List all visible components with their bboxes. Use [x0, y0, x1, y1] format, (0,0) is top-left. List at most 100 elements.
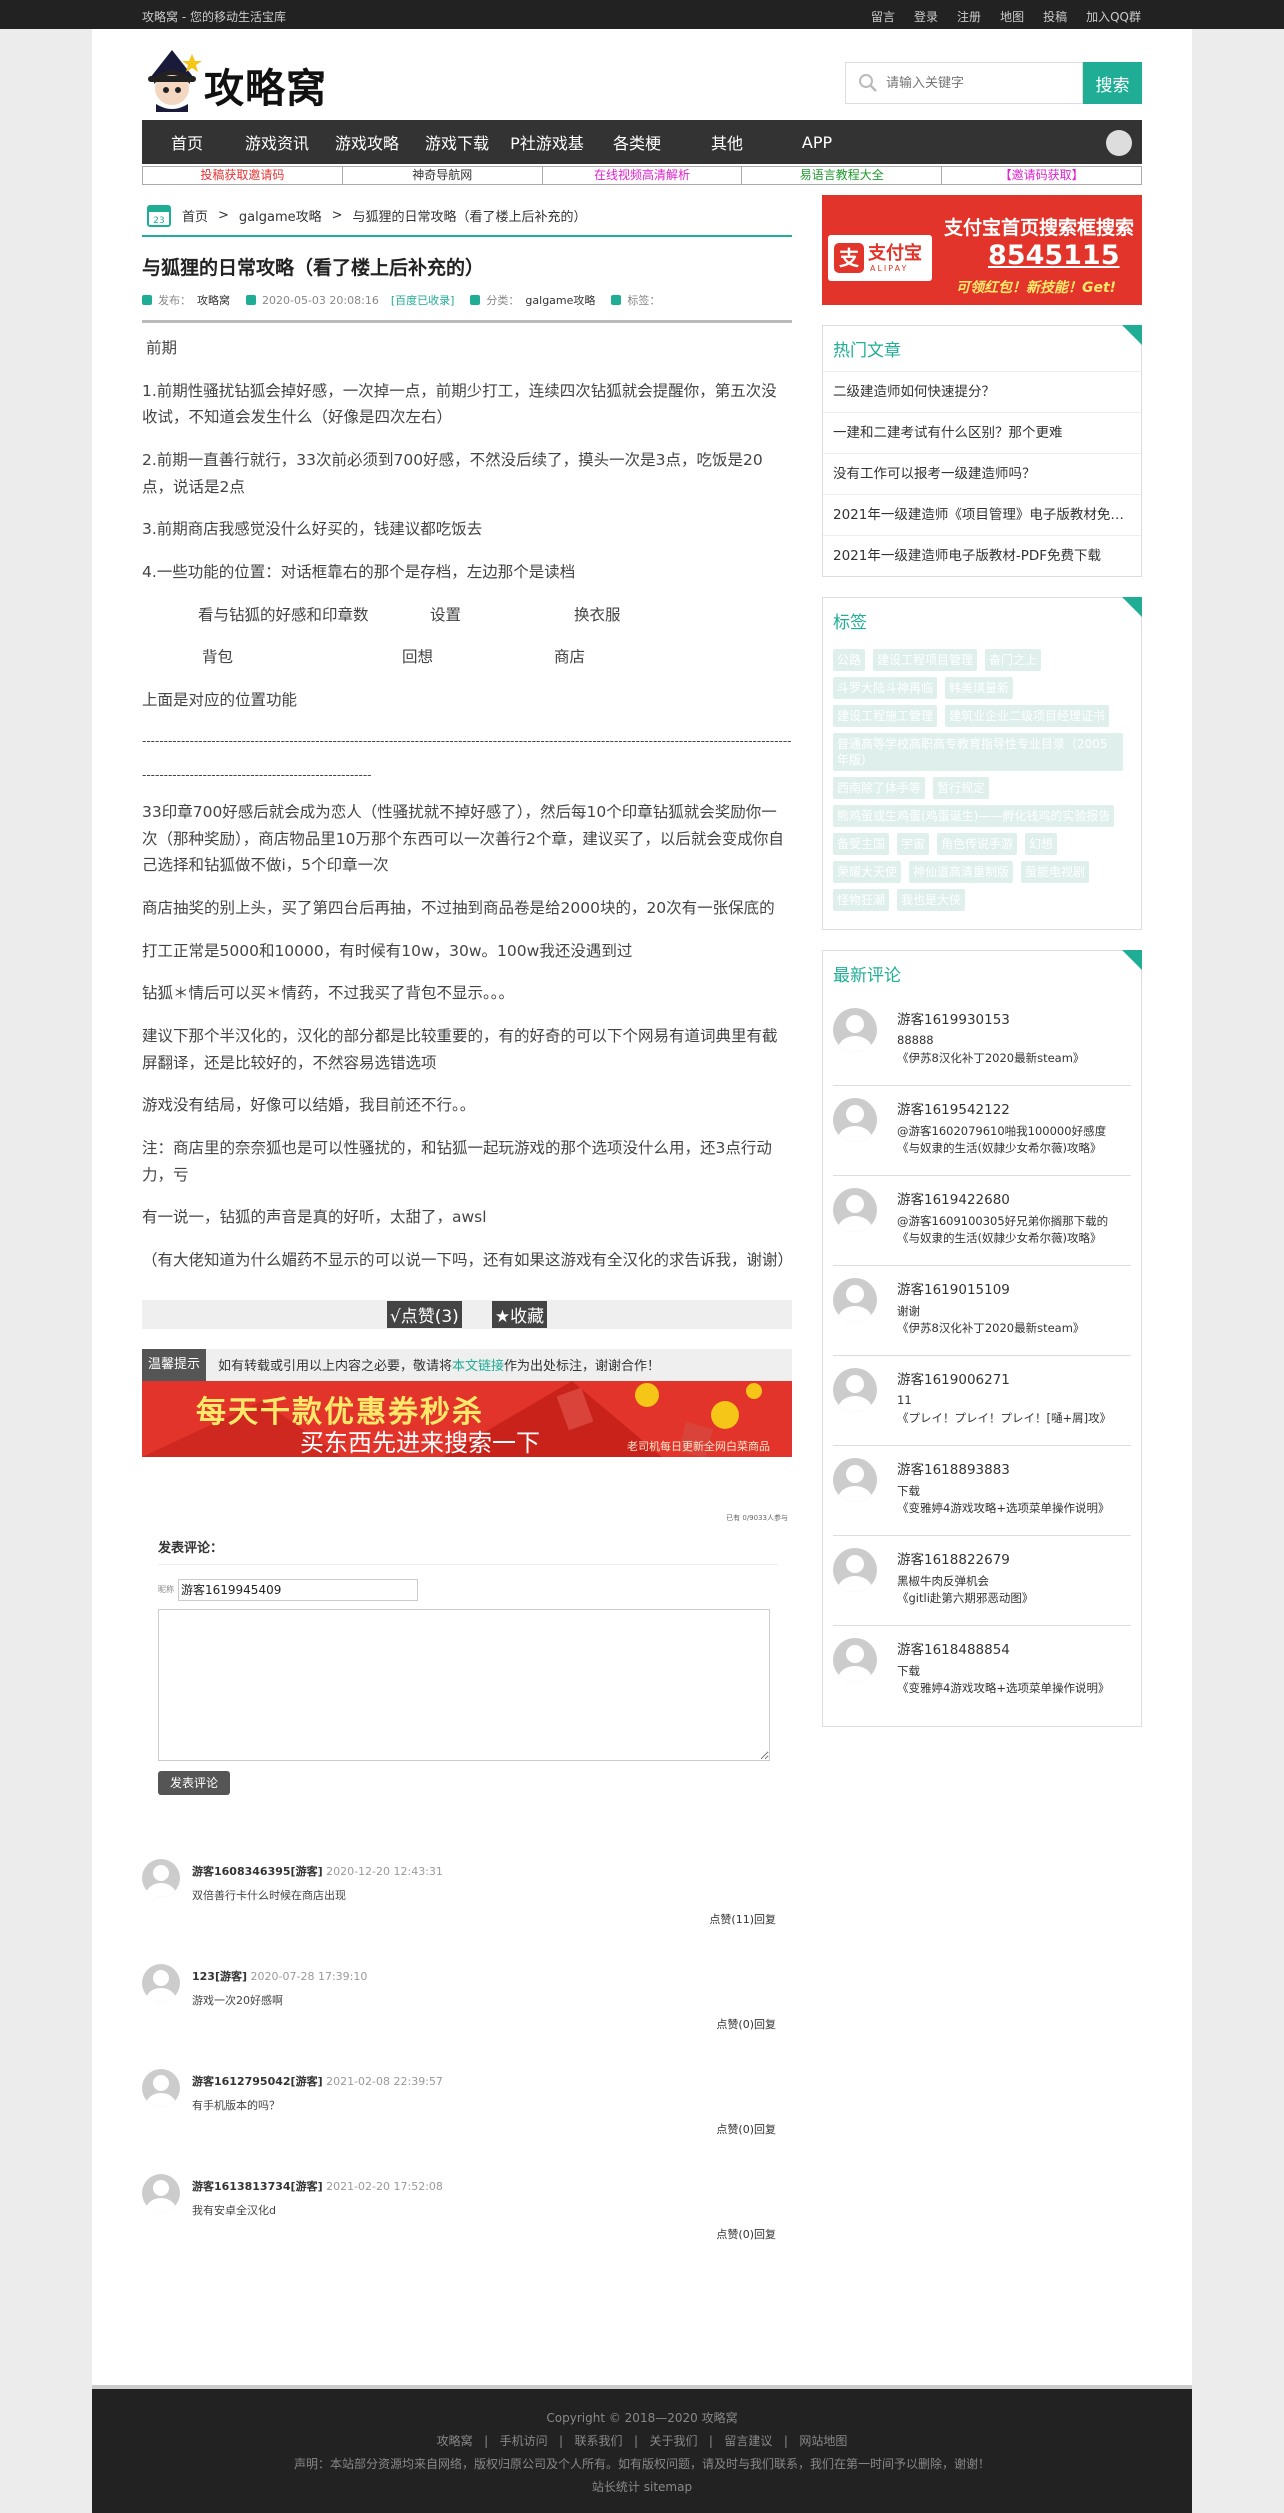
coupon-banner[interactable]: 每天千款优惠券秒杀 买东西先进来搜索一下 老司机每日更新全网白菜商品 — [142, 1380, 792, 1457]
tag-item[interactable]: 奋门之上 — [985, 649, 1042, 671]
recent-comment-post[interactable]: 《gitli赴第六期邪恶动图》 — [897, 1590, 1127, 1606]
recent-comment-post[interactable]: 《变雅婷4游戏攻略+选项菜单操作说明》 — [897, 1680, 1127, 1696]
function-grid-cell: 换衣服 — [574, 605, 621, 624]
corner-triangle-icon — [1122, 597, 1142, 617]
tag-item[interactable]: 怪物狂潮 — [833, 889, 890, 911]
tag-item[interactable]: 我也是大侠 — [897, 889, 966, 911]
top-link-register[interactable]: 注册 — [957, 8, 981, 25]
tag-item[interactable]: 西南除了体手等 — [833, 777, 926, 799]
promo-link-invite-code[interactable]: 投稿获取邀请码 — [143, 167, 343, 184]
comment-textarea[interactable] — [158, 1608, 770, 1761]
comment-item: 游客1608346395[游客] 2020-12-20 12:43:31 双倍善… — [142, 1858, 792, 1964]
breadcrumb-home[interactable]: 首页 — [182, 206, 208, 225]
hot-article-item[interactable]: 没有工作可以报考一级建造师吗？ — [823, 453, 1141, 494]
nav-app[interactable]: APP — [772, 133, 862, 152]
like-button[interactable]: √点赞(3) — [386, 1300, 462, 1328]
banner-subline: 买东西先进来搜索一下 — [300, 1428, 540, 1457]
hot-article-item[interactable]: 二级建造师如何快速提分？ — [823, 371, 1141, 412]
meta-author[interactable]: 攻略窝 — [197, 292, 230, 308]
recent-comment-post[interactable]: 《变雅婷4游戏攻略+选项菜单操作说明》 — [897, 1500, 1127, 1516]
article-paragraph: 有一说一，钻狐的声音是真的好听，太甜了，awsl — [142, 1208, 487, 1227]
tag-item[interactable]: 韩美琪量新 — [945, 677, 1014, 699]
meta-category[interactable]: galgame攻略 — [525, 292, 595, 308]
comment-text: 我有安卓全汉化d — [192, 2203, 276, 2217]
hot-article-item[interactable]: 一建和二建考试有什么区别？那个更难 — [823, 412, 1141, 453]
recent-comment-content: @游客1602079610啪我100000好感度 — [897, 1124, 1107, 1138]
comment-like-reply[interactable]: 点赞(0)回复 — [716, 2121, 776, 2137]
recent-comment-list: 游客1619930153 88888 《伊苏8汉化补丁2020最新steam》 … — [823, 996, 1141, 1726]
favorite-button[interactable]: ★收藏 — [491, 1300, 548, 1328]
top-link-qq-group[interactable]: 加入QQ群 — [1086, 8, 1141, 25]
recent-comment-item[interactable]: 游客1619930153 88888 《伊苏8汉化补丁2020最新steam》 — [833, 996, 1131, 1086]
tag-item[interactable]: 荣耀大天使 — [833, 861, 902, 883]
nickname-input[interactable] — [178, 1578, 418, 1601]
recent-comment-post[interactable]: 《与奴隶的生活(奴隷少女希尔薇)攻略》 — [897, 1140, 1127, 1156]
nav-game-guides[interactable]: 游戏攻略 — [322, 130, 412, 154]
tag-item[interactable]: 斗罗大陆斗神再临 — [833, 677, 938, 699]
tag-item[interactable]: 普通高等学校高职高专教育指导性专业目录（2005年版） — [833, 733, 1123, 771]
nav-memes[interactable]: 各类梗 — [592, 130, 682, 154]
tag-item[interactable]: 神仙道高清重制版 — [909, 861, 1014, 883]
recent-comment-post[interactable]: 《プレイ！プレイ！プレイ！[嗵+屑]攻》 — [897, 1410, 1127, 1426]
nav-other[interactable]: 其他 — [682, 130, 772, 154]
tag-item[interactable]: 角色传说手游 — [937, 833, 1018, 855]
top-link-login[interactable]: 登录 — [914, 8, 938, 25]
article-paragraph: 打工正常是5000和10000，有时候有10w，30w。100w我还没遇到过 — [142, 941, 633, 960]
tag-item[interactable]: 建设工程项目管理 — [873, 649, 978, 671]
tag-item[interactable]: 萤能电视剧 — [1021, 861, 1090, 883]
hot-article-item[interactable]: 2021年一级建造师电子版教材-PDF免费下载 — [823, 535, 1141, 576]
recent-comment-item[interactable]: 游客1618893883 下载 《变雅婷4游戏攻略+选项菜单操作说明》 — [833, 1446, 1131, 1536]
footer-links[interactable]: 攻略窝 | 手机访问 | 联系我们 | 关于我们 | 留言建议 | 网站地图 — [92, 2432, 1192, 2449]
comment-like-reply[interactable]: 点赞(0)回复 — [716, 2016, 776, 2032]
tag-item[interactable]: 备受主国 — [833, 833, 890, 855]
hot-article-item[interactable]: 2021年一级建造师《项目管理》电子版教材免费下载 — [823, 494, 1141, 535]
comment-text: 双倍善行卡什么时候在商店出现 — [192, 1888, 346, 1902]
tag-item[interactable]: 公路 — [833, 649, 866, 671]
nickname-label: 昵称 — [158, 1585, 174, 1595]
recent-comment-item[interactable]: 游客1619422680 @游客1609100305好兄弟你搁那下载的 《与奴隶… — [833, 1176, 1131, 1266]
top-link-submit[interactable]: 投稿 — [1043, 8, 1067, 25]
promo-link-video-parse[interactable]: 在线视频高清解析 — [543, 167, 743, 184]
tag-item[interactable]: 熊鸡萤或生鸡蛋(鸡蛋诞生)——孵化钱鸡的实验报告 — [833, 805, 1115, 827]
top-link-message[interactable]: 留言 — [871, 8, 895, 25]
tip-article-link[interactable]: 本文链接 — [452, 1355, 504, 1374]
submit-comment-button[interactable]: 发表评论 — [158, 1770, 230, 1795]
top-link-map[interactable]: 地图 — [1000, 8, 1024, 25]
footer-stats[interactable]: 站长统计 sitemap — [92, 2478, 1192, 2495]
logo-text[interactable]: 攻略窝 — [204, 56, 327, 114]
tag-item[interactable]: 幻想 — [1025, 833, 1058, 855]
recent-comment-item[interactable]: 游客1619542122 @游客1602079610啪我100000好感度 《与… — [833, 1086, 1131, 1176]
recent-comment-post[interactable]: 《伊苏8汉化补丁2020最新steam》 — [897, 1320, 1127, 1336]
recent-comment-item[interactable]: 游客1619006271 11 《プレイ！プレイ！プレイ！[嗵+屑]攻》 — [833, 1356, 1131, 1446]
comment-like-reply[interactable]: 点赞(0)回复 — [716, 2226, 776, 2242]
alipay-ad[interactable]: 支 支付宝 ALIPAY 支付宝首页搜索框搜索 8545115 可领红包！新技能… — [822, 195, 1142, 305]
nav-game-downloads[interactable]: 游戏下载 — [412, 130, 502, 154]
tag-item[interactable]: 暂行规定 — [933, 777, 990, 799]
user-avatar-icon[interactable] — [1106, 130, 1132, 156]
recent-comment-post[interactable]: 《伊苏8汉化补丁2020最新steam》 — [897, 1050, 1127, 1066]
meta-indexed[interactable]: [百度已收录] — [391, 292, 455, 308]
search-input[interactable] — [886, 75, 1076, 91]
nav-game-news[interactable]: 游戏资讯 — [232, 130, 322, 154]
tag-item[interactable]: 建设工程施工管理 — [833, 705, 938, 727]
nav-home[interactable]: 首页 — [142, 130, 232, 154]
tag-item[interactable]: 建筑业企业二级项目经理证书 — [945, 705, 1110, 727]
logo-mascot-icon[interactable] — [142, 48, 202, 114]
function-grid-cell: 商店 — [554, 648, 586, 667]
promo-link-get-invite[interactable]: 【邀请码获取】 — [942, 167, 1141, 184]
recent-comment-post[interactable]: 《与奴隶的生活(奴隷少女希尔薇)攻略》 — [897, 1230, 1127, 1246]
comment-time: 2020-07-28 17:39:10 — [250, 1969, 368, 1983]
recent-comment-item[interactable]: 游客1618822679 黑椒牛肉反弹机会 《gitli赴第六期邪恶动图》 — [833, 1536, 1131, 1626]
promo-link-elang-tutorial[interactable]: 易语言教程大全 — [742, 167, 943, 184]
comment-like-reply[interactable]: 点赞(11)回复 — [709, 1911, 776, 1927]
recent-comments-title: 最新评论 — [833, 966, 901, 986]
recent-comment-item[interactable]: 游客1619015109 谢谢 《伊苏8汉化补丁2020最新steam》 — [833, 1266, 1131, 1356]
search-button[interactable]: 搜索 — [1083, 62, 1142, 104]
recent-comment-item[interactable]: 游客1618488854 下载 《变雅婷4游戏攻略+选项菜单操作说明》 — [833, 1626, 1131, 1716]
comment-item: 游客1613813734[游客] 2021-02-20 17:52:08 我有安… — [142, 2173, 792, 2279]
promo-link-nav-site[interactable]: 神奇导航网 — [343, 167, 543, 184]
nav-paradox-games[interactable]: P社游戏基 — [502, 130, 592, 154]
tag-item[interactable]: 宇宙 — [897, 833, 930, 855]
breadcrumb-category[interactable]: galgame攻略 — [239, 206, 322, 225]
header: 攻略窝 搜索 — [142, 40, 1142, 120]
